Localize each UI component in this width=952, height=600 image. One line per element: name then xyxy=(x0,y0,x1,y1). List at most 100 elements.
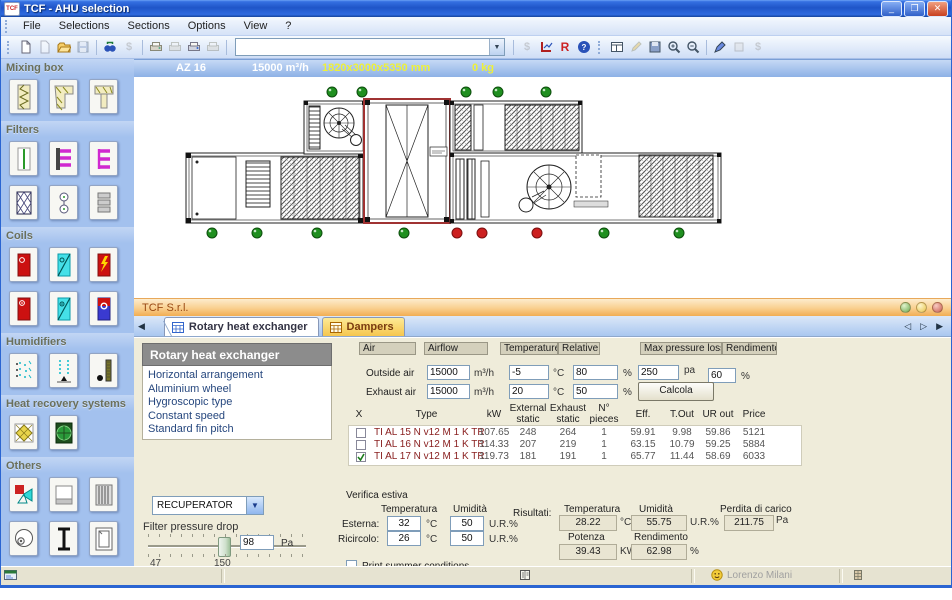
filter-pressure-input[interactable] xyxy=(240,535,274,550)
table-row-selected[interactable]: TI AL 17 N v12 M 1 K TR 119.73 181 191 1… xyxy=(348,451,800,463)
panel-header[interactable]: TCF S.r.l. xyxy=(134,298,951,316)
menu-sections[interactable]: Sections xyxy=(119,18,179,34)
exhaust-rh-input[interactable] xyxy=(573,384,618,399)
zoom-out-icon[interactable] xyxy=(684,38,702,56)
list-item[interactable]: Constant speed xyxy=(148,410,331,424)
page-icon[interactable] xyxy=(36,38,54,56)
minimize-button[interactable]: _ xyxy=(881,1,902,17)
table-row[interactable]: TI AL 15 N v12 M 1 K TR 107.65 248 264 1… xyxy=(348,427,800,439)
title-bar[interactable]: TCF TCF - AHU selection _ ❐ ✕ xyxy=(1,0,951,17)
menu-file[interactable]: File xyxy=(14,18,50,34)
dollar-icon[interactable]: $ xyxy=(749,38,767,56)
list-item[interactable]: Aluminium wheel xyxy=(148,383,331,397)
toolbar-grip[interactable] xyxy=(598,41,603,54)
access-door-button[interactable] xyxy=(89,521,118,556)
tab-nav-prev[interactable]: ◁ xyxy=(904,321,911,332)
report-icon-3[interactable] xyxy=(185,38,203,56)
menu-help[interactable]: ? xyxy=(276,18,300,34)
menu-selections[interactable]: Selections xyxy=(50,18,119,34)
carbon-filter-button[interactable] xyxy=(89,185,118,220)
list-item[interactable]: Standard fin pitch xyxy=(148,423,331,437)
outside-rh-input[interactable] xyxy=(573,365,618,380)
mixing-section-button[interactable] xyxy=(9,477,38,512)
exhaust-outlet-section[interactable] xyxy=(450,101,582,154)
exhaust-airflow-input[interactable] xyxy=(427,384,470,399)
mixing-damper-top-button[interactable] xyxy=(89,79,118,114)
list-item[interactable]: Hygroscopic type xyxy=(148,396,331,410)
mixing-damper-vertical-button[interactable] xyxy=(9,79,38,114)
empty-section-button[interactable] xyxy=(49,477,78,512)
electric-coil-button[interactable] xyxy=(89,247,118,282)
maximize-button[interactable]: ❐ xyxy=(904,1,925,17)
rotary-heat-exchanger-section[interactable] xyxy=(364,99,450,223)
hot-water-coil-2-button[interactable] xyxy=(9,291,38,326)
mixing-damper-corner-button[interactable] xyxy=(49,79,78,114)
recuperator-select[interactable]: RECUPERATOR ▼ xyxy=(152,496,264,515)
exhaust-temp-input[interactable] xyxy=(509,384,549,399)
bag-filter-button[interactable] xyxy=(89,141,118,176)
metal-filter-button[interactable] xyxy=(9,185,38,220)
binoculars-icon[interactable] xyxy=(101,38,119,56)
menu-options[interactable]: Options xyxy=(179,18,235,34)
chilled-water-coil-button[interactable] xyxy=(49,247,78,282)
report-icon-1[interactable] xyxy=(147,38,165,56)
close-button[interactable]: ✕ xyxy=(927,1,948,17)
window-grid-icon[interactable] xyxy=(608,38,626,56)
spray-humidifier-button[interactable] xyxy=(9,353,38,388)
chart-icon[interactable] xyxy=(537,38,555,56)
exchanger-feature-list[interactable]: Horizontal arrangement Aluminium wheel H… xyxy=(142,366,332,440)
esterna-temp-input[interactable] xyxy=(387,516,421,531)
tab-nav-next[interactable]: ▷ xyxy=(920,321,927,332)
chevron-down-icon[interactable]: ▼ xyxy=(246,497,263,514)
price-icon[interactable]: $ xyxy=(120,38,138,56)
pencil-icon[interactable] xyxy=(627,38,645,56)
row-checkbox[interactable] xyxy=(356,440,366,450)
tab-rotary-heat-exchanger[interactable]: Rotary heat exchanger xyxy=(164,317,319,336)
report-r-icon[interactable]: R xyxy=(556,38,574,56)
calcola-button[interactable]: Calcola xyxy=(638,382,714,401)
toolbar-combobox[interactable]: ▼ xyxy=(235,38,505,56)
dx-coil-button[interactable] xyxy=(49,291,78,326)
help-icon[interactable]: ? xyxy=(575,38,593,56)
row-checkbox[interactable] xyxy=(356,428,366,438)
cost-icon[interactable]: $ xyxy=(518,38,536,56)
bag-filter-long-button[interactable] xyxy=(49,141,78,176)
menu-view[interactable]: View xyxy=(235,18,277,34)
tab-dampers[interactable]: Dampers xyxy=(322,317,405,336)
max-loss-input[interactable] xyxy=(638,365,679,380)
steam-coil-button[interactable] xyxy=(89,291,118,326)
ricircolo-temp-input[interactable] xyxy=(387,531,421,546)
outside-airflow-input[interactable] xyxy=(427,365,470,380)
save-icon[interactable] xyxy=(74,38,92,56)
plate-exchanger-button[interactable] xyxy=(9,415,38,450)
autoroll-filter-button[interactable] xyxy=(49,185,78,220)
drawing-canvas[interactable] xyxy=(134,77,951,298)
rotary-exchanger-button[interactable] xyxy=(49,415,78,450)
table-row[interactable]: TI AL 16 N v12 M 1 K TR 114.33 207 219 1… xyxy=(348,439,800,451)
rendimento-input[interactable] xyxy=(708,368,736,383)
list-item[interactable]: Horizontal arrangement xyxy=(148,369,331,383)
exhaust-fan-section[interactable] xyxy=(304,101,366,154)
open-folder-icon[interactable] xyxy=(55,38,73,56)
save-drawing-icon[interactable] xyxy=(646,38,664,56)
report-icon-2[interactable] xyxy=(166,38,184,56)
washer-humidifier-button[interactable] xyxy=(49,353,78,388)
green-dot-icon[interactable] xyxy=(900,302,911,313)
structure-section-button[interactable] xyxy=(49,521,78,556)
louver-section-button[interactable] xyxy=(89,477,118,512)
evaporative-humidifier-button[interactable] xyxy=(89,353,118,388)
panel-filter-button[interactable] xyxy=(9,141,38,176)
combobox-arrow-icon[interactable]: ▼ xyxy=(489,39,504,55)
red-dot-icon[interactable] xyxy=(932,302,943,313)
tab-nav-last[interactable]: ▶ xyxy=(936,321,943,332)
toolbar-grip[interactable] xyxy=(7,41,12,54)
box-icon[interactable] xyxy=(730,38,748,56)
supply-fan-section[interactable] xyxy=(450,153,721,223)
tab-nav-first[interactable]: ◀ xyxy=(138,321,145,332)
pen-icon[interactable] xyxy=(711,38,729,56)
yellow-dot-icon[interactable] xyxy=(916,302,927,313)
zoom-in-icon[interactable] xyxy=(665,38,683,56)
row-checkbox-checked[interactable] xyxy=(356,452,366,462)
hot-water-coil-button[interactable] xyxy=(9,247,38,282)
new-document-icon[interactable] xyxy=(17,38,35,56)
